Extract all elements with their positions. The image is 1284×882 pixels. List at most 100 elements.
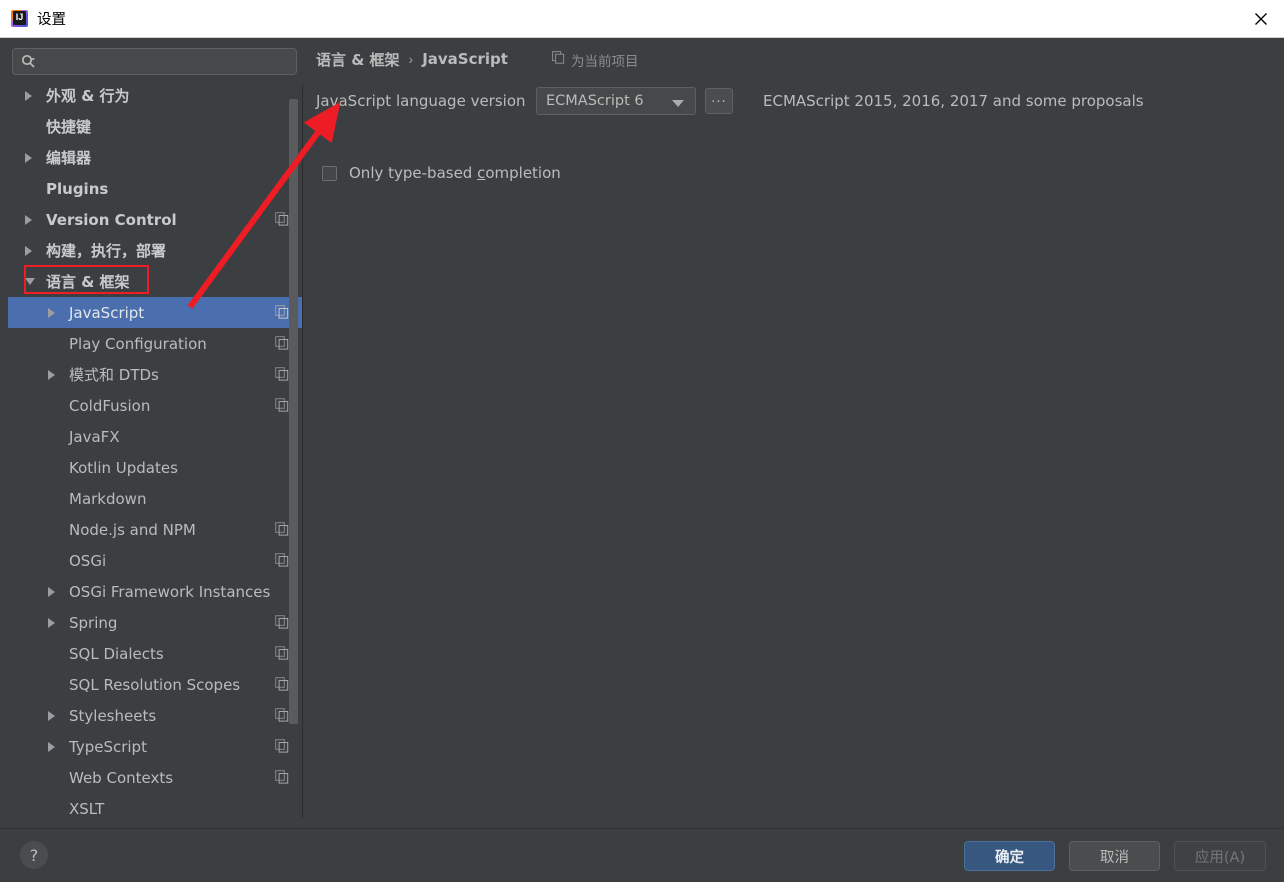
sidebar-item-javafx[interactable]: JavaFX: [8, 421, 302, 452]
language-version-value: ECMAScript 6: [546, 93, 644, 109]
copy-scope-icon: [275, 553, 289, 572]
sidebar-item-node-js-and-npm[interactable]: Node.js and NPM: [8, 514, 302, 545]
sidebar-item-xslt[interactable]: XSLT: [8, 793, 302, 818]
project-scope-label: 为当前项目: [571, 54, 639, 70]
help-button[interactable]: ?: [20, 841, 48, 869]
settings-dialog: IJ 设置 外观 & 行为 快捷键 编辑器 Plugins Version Co…: [0, 0, 1284, 882]
sidebar-item-stylesheets[interactable]: Stylesheets: [8, 700, 302, 731]
sidebar-scrollbar[interactable]: [289, 85, 298, 818]
sidebar-item-plugins[interactable]: Plugins: [8, 173, 302, 204]
sidebar-item-version-control[interactable]: Version Control: [8, 204, 302, 235]
sidebar-item-[interactable]: 外观 & 行为: [8, 85, 302, 111]
language-version-label: JavaScript language version: [316, 92, 526, 110]
sidebar-item-spring[interactable]: Spring: [8, 607, 302, 638]
language-version-select[interactable]: ECMAScript 6: [536, 87, 696, 115]
ok-button[interactable]: 确定: [964, 841, 1055, 871]
sidebar-item-label: XSLT: [69, 799, 105, 818]
intellij-idea-icon: IJ: [11, 10, 28, 27]
title-bar: IJ 设置: [0, 0, 1284, 38]
sidebar-item-[interactable]: 构建，执行，部署: [8, 235, 302, 266]
chevron-right-icon[interactable]: [48, 741, 55, 752]
only-type-based-completion-label[interactable]: Only type-based completion: [349, 164, 561, 182]
copy-scope-icon: [275, 367, 289, 386]
sidebar-item-label: Web Contexts: [69, 768, 174, 787]
dialog-footer: ? 确定 取消 应用(A): [0, 828, 1284, 882]
settings-tree-rows: 外观 & 行为快捷键编辑器 Plugins Version Control 构建，执行…: [8, 85, 302, 818]
sidebar-item-sql-resolution-scopes[interactable]: SQL Resolution Scopes: [8, 669, 302, 700]
sidebar-item-play-configuration[interactable]: Play Configuration: [8, 328, 302, 359]
chevron-right-icon[interactable]: [25, 152, 32, 163]
sidebar-item-[interactable]: 快捷键: [8, 111, 302, 142]
chevron-right-icon[interactable]: [48, 617, 55, 628]
copy-scope-icon: [275, 305, 289, 324]
sidebar-item-osgi-framework-instances[interactable]: OSGi Framework Instances: [8, 576, 302, 607]
sidebar-item-label: Node.js and NPM: [69, 520, 196, 539]
sidebar-item-[interactable]: 语言 & 框架: [8, 265, 302, 297]
copy-scope-icon: [275, 739, 289, 758]
settings-tree[interactable]: 外观 & 行为快捷键编辑器 Plugins Version Control 构建，执行…: [8, 85, 303, 818]
sidebar-item-osgi[interactable]: OSGi: [8, 545, 302, 576]
copy-scope-icon: [275, 615, 289, 634]
copy-scope-icon: [275, 646, 289, 665]
only-type-based-completion-row[interactable]: Only type-based completion: [322, 164, 561, 182]
window-title: 设置: [37, 12, 66, 28]
chevron-down-icon: [672, 100, 684, 107]
sidebar-item-label: OSGi: [69, 551, 107, 570]
sidebar-item-[interactable]: 编辑器: [8, 142, 302, 173]
chevron-right-icon[interactable]: [48, 710, 55, 721]
chevron-right-icon[interactable]: [48, 369, 55, 380]
only-type-based-completion-checkbox[interactable]: [322, 165, 337, 181]
copy-scope-icon: [275, 398, 289, 417]
settings-sidebar: 外观 & 行为快捷键编辑器 Plugins Version Control 构建，执行…: [8, 45, 303, 824]
language-version-row: JavaScript language version ECMAScript 6…: [316, 86, 1144, 116]
sidebar-item-javascript[interactable]: JavaScript: [8, 297, 302, 328]
sidebar-item-label: TypeScript: [69, 737, 147, 756]
breadcrumb: 语言 & 框架 › JavaScript: [316, 47, 508, 71]
language-version-description: ECMAScript 2015, 2016, 2017 and some pro…: [763, 92, 1144, 110]
breadcrumb-current: JavaScript: [422, 50, 508, 68]
sidebar-item-kotlin-updates[interactable]: Kotlin Updates: [8, 452, 302, 483]
sidebar-item-label: Spring: [69, 613, 118, 632]
sidebar-item-web-contexts[interactable]: Web Contexts: [8, 762, 302, 793]
search-icon: [21, 54, 36, 69]
close-icon[interactable]: [1238, 0, 1284, 37]
copy-scope-icon: [275, 336, 289, 355]
copy-scope-icon: [275, 212, 289, 231]
sidebar-item-typescript[interactable]: TypeScript: [8, 731, 302, 762]
dialog-body: 外观 & 行为快捷键编辑器 Plugins Version Control 构建，执行…: [0, 38, 1284, 828]
copy-scope-icon: [275, 770, 289, 789]
copy-scope-icon: [552, 51, 565, 69]
project-scope[interactable]: 为当前项目: [552, 50, 639, 70]
sidebar-item-label: Markdown: [69, 489, 147, 508]
sidebar-item-coldfusion[interactable]: ColdFusion: [8, 390, 302, 421]
chevron-down-icon[interactable]: [25, 278, 35, 285]
sidebar-item-label: 模式和 DTDs: [69, 366, 159, 384]
sidebar-scrollbar-thumb[interactable]: [289, 99, 298, 724]
sidebar-item-label: 编辑器: [46, 149, 92, 167]
sidebar-item-sql-dialects[interactable]: SQL Dialects: [8, 638, 302, 669]
apply-button[interactable]: 应用(A): [1174, 841, 1266, 871]
sidebar-item-label: OSGi Framework Instances: [69, 582, 271, 601]
chevron-right-icon[interactable]: [48, 586, 55, 597]
chevron-right-icon[interactable]: [48, 307, 55, 318]
language-version-more-button[interactable]: ...: [705, 88, 733, 114]
sidebar-item-dtds[interactable]: 模式和 DTDs: [8, 359, 302, 390]
sidebar-item-label: JavaScript: [69, 303, 145, 322]
search-input[interactable]: [36, 54, 296, 69]
copy-scope-icon: [275, 677, 289, 696]
sidebar-item-label: 外观 & 行为: [46, 87, 130, 105]
sidebar-item-label: ColdFusion: [69, 396, 151, 415]
breadcrumb-separator: ›: [408, 51, 414, 67]
cancel-button[interactable]: 取消: [1069, 841, 1160, 871]
sidebar-item-label: Version Control: [46, 210, 177, 229]
sidebar-item-label: 语言 & 框架: [46, 273, 130, 291]
copy-scope-icon: [275, 708, 289, 727]
sidebar-item-label: 构建，执行，部署: [46, 242, 167, 260]
chevron-right-icon[interactable]: [25, 214, 32, 225]
chevron-right-icon[interactable]: [25, 90, 32, 101]
breadcrumb-parent[interactable]: 语言 & 框架: [316, 49, 400, 70]
sidebar-item-markdown[interactable]: Markdown: [8, 483, 302, 514]
chevron-right-icon[interactable]: [25, 245, 32, 256]
sidebar-item-label: Plugins: [46, 179, 109, 198]
search-box[interactable]: [12, 48, 297, 75]
